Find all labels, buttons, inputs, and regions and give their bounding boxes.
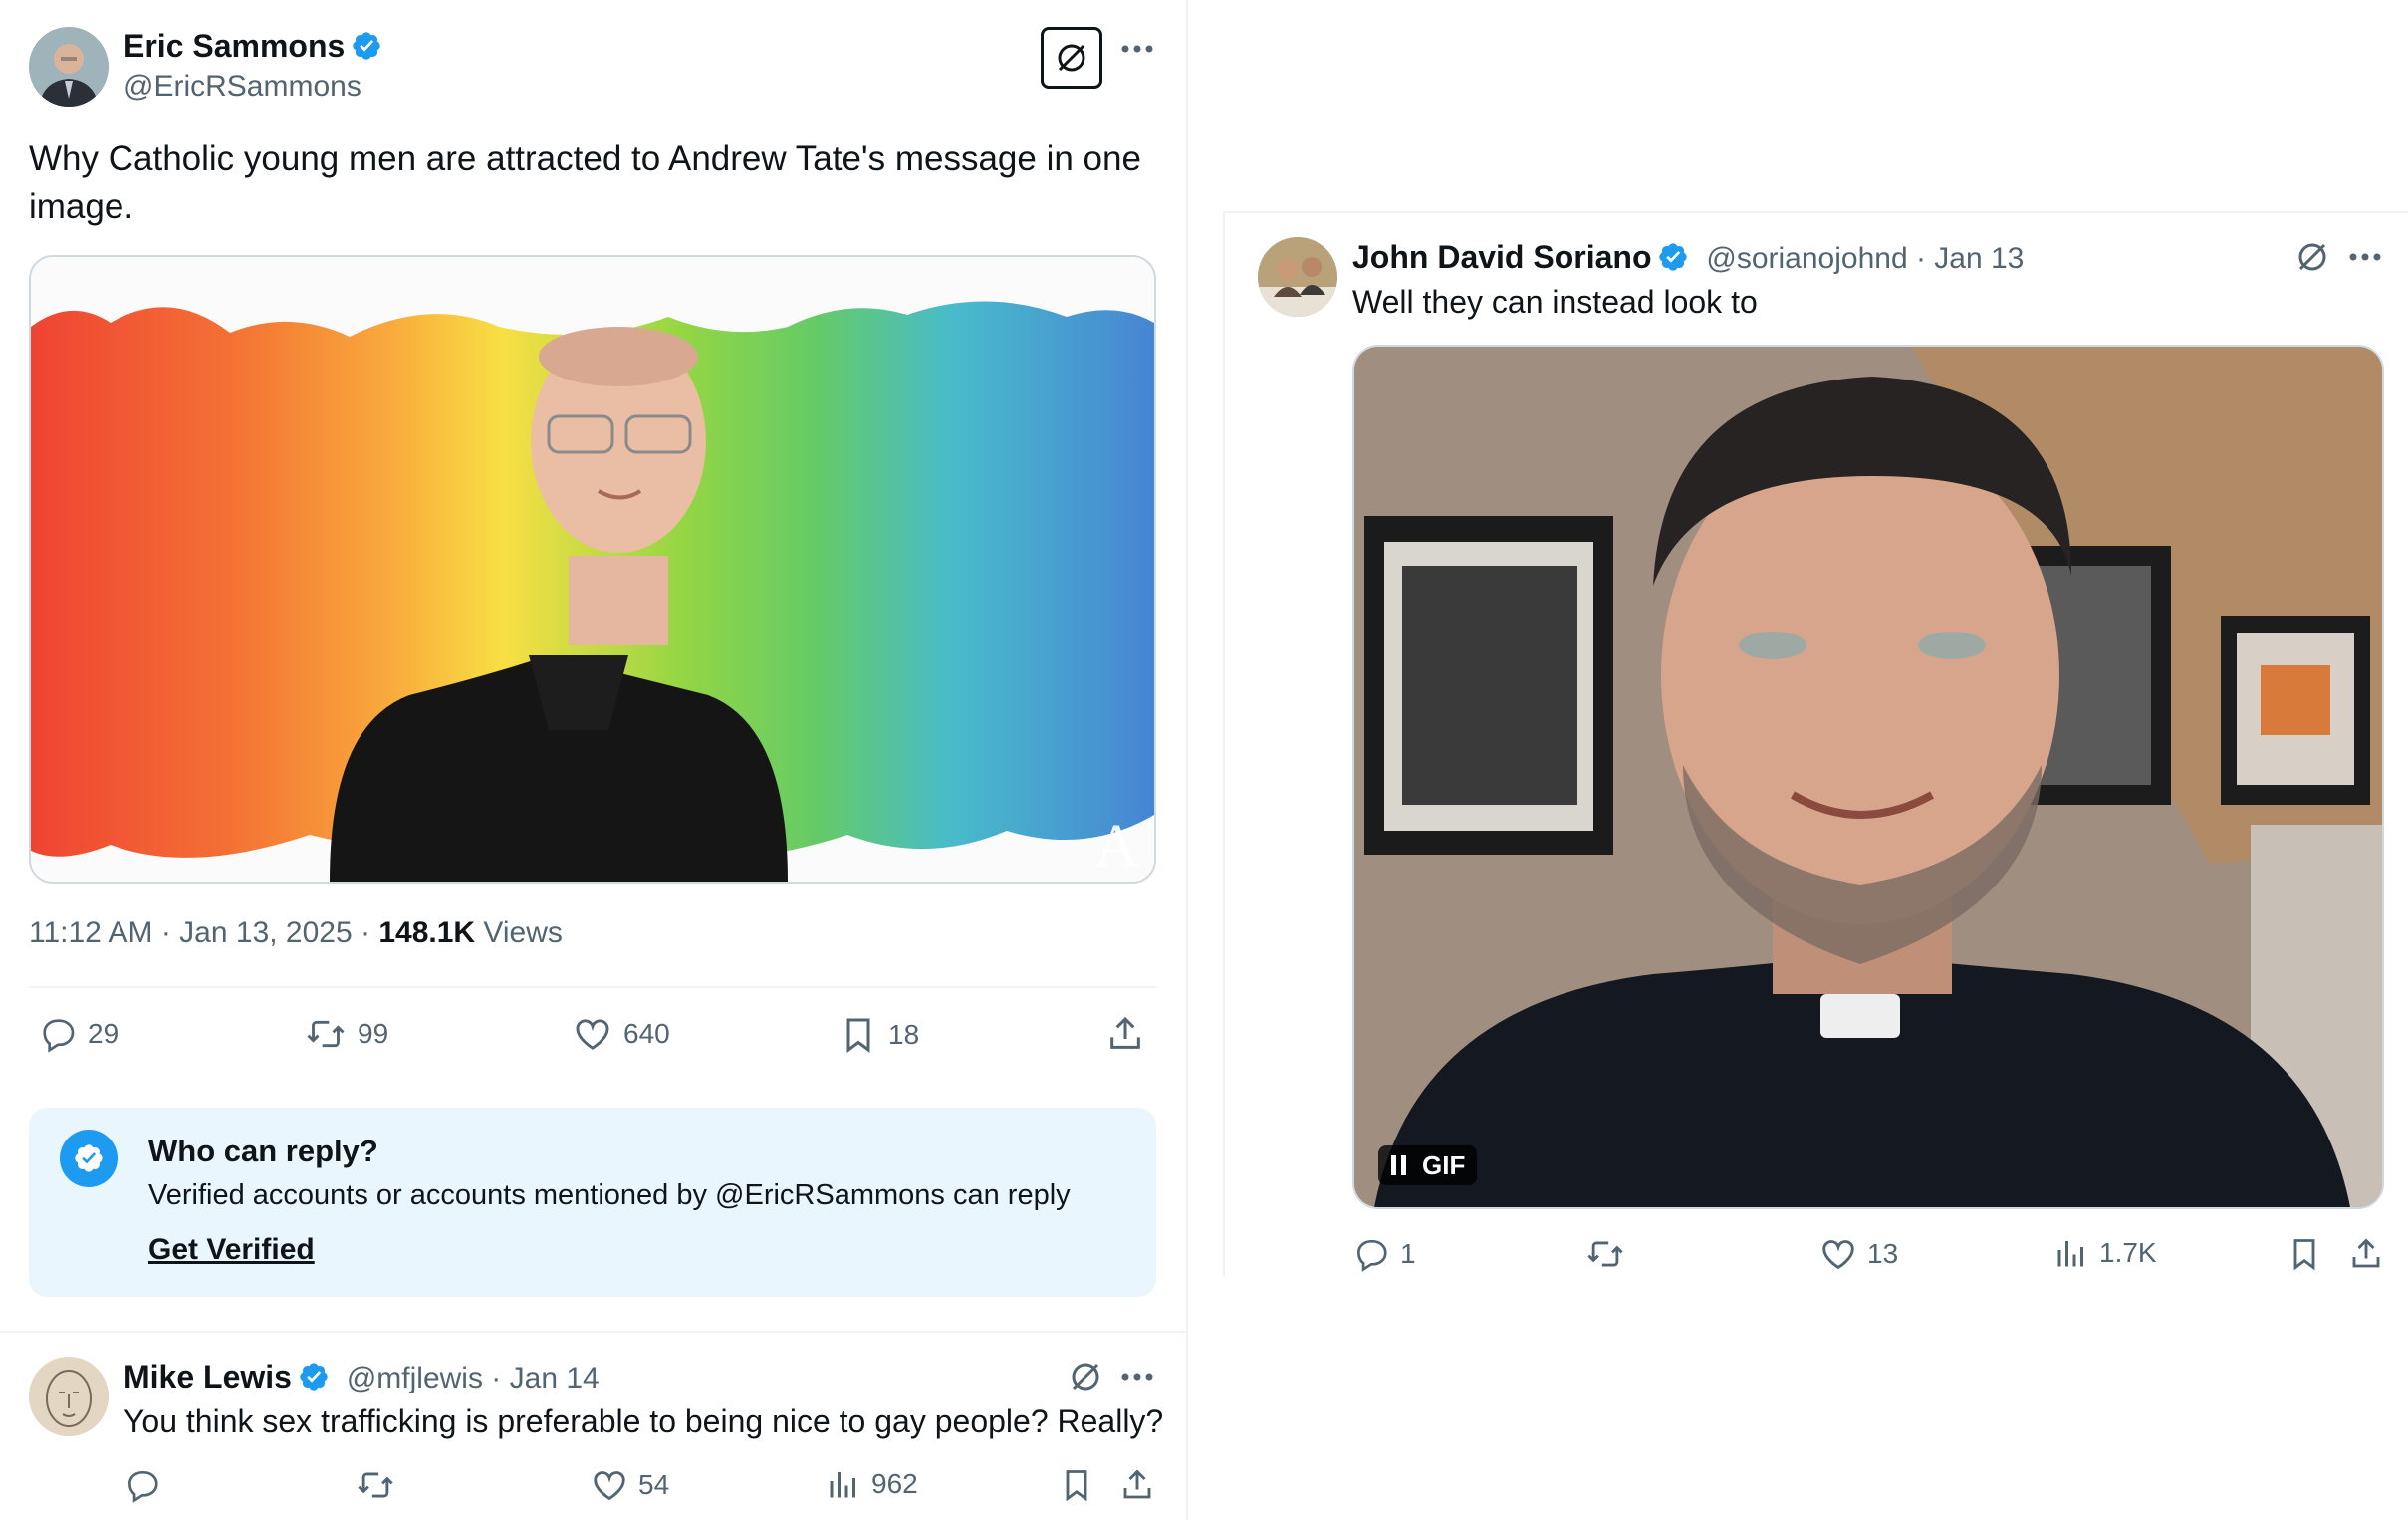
share-icon <box>1110 1016 1140 1049</box>
reply-button[interactable] <box>123 1466 171 1504</box>
bookmark-icon <box>846 1018 870 1053</box>
like-count: 13 <box>1867 1238 1899 1269</box>
reply-text: Well they can instead look to <box>1352 284 1758 320</box>
more-options-button[interactable] <box>1120 44 1154 54</box>
like-count: 54 <box>638 1469 670 1500</box>
reply-button[interactable]: 29 <box>38 1014 119 1054</box>
divider <box>1225 211 2408 213</box>
like-button[interactable]: 54 <box>591 1466 669 1504</box>
pause-icon[interactable] <box>1390 1154 1408 1176</box>
reply-author-name[interactable]: John David Soriano <box>1352 239 1651 275</box>
views-button[interactable]: 962 <box>826 1466 918 1502</box>
reply-count: 29 <box>88 1018 120 1049</box>
author-name[interactable]: Eric Sammons <box>123 28 345 64</box>
bookmark-button[interactable] <box>2287 1235 2322 1273</box>
heart-icon <box>576 1019 609 1050</box>
repost-count: 99 <box>358 1018 389 1049</box>
reply-icon <box>1356 1239 1387 1272</box>
more-options-button[interactable] <box>2348 252 2382 262</box>
author-handle[interactable]: @EricRSammons <box>123 70 361 104</box>
who-can-reply-description: Verified accounts or accounts mentioned … <box>148 1179 1071 1211</box>
views-count: 1.7K <box>2099 1237 2157 1268</box>
repost-button[interactable] <box>1584 1235 1636 1273</box>
divider <box>0 1331 1186 1333</box>
bookmark-button[interactable] <box>1059 1466 1094 1504</box>
share-button[interactable] <box>2348 1235 2384 1273</box>
verified-badge-icon <box>298 1361 330 1393</box>
reply-handle-date[interactable]: @sorianojohnd · Jan 13 <box>1706 242 2024 275</box>
views-count: 148.1K <box>378 916 476 949</box>
repost-icon <box>307 1020 345 1048</box>
repost-button[interactable] <box>355 1466 406 1504</box>
eric-name-row[interactable]: Eric Sammons <box>123 28 382 65</box>
tweet-timestamp[interactable]: 11:12 AM · Jan 13, 2025 · <box>29 916 378 949</box>
gif-media[interactable]: GIF <box>1352 345 2384 1209</box>
verified-badge-icon <box>1657 241 1689 273</box>
mike-avatar[interactable] <box>29 1357 109 1436</box>
analytics-icon <box>830 1472 855 1498</box>
grok-button[interactable] <box>1041 27 1102 89</box>
tweet-text: Why Catholic young men are attracted to … <box>29 139 1141 226</box>
bookmark-count: 18 <box>888 1019 920 1050</box>
bookmark-button[interactable]: 18 <box>839 1014 919 1056</box>
share-button[interactable] <box>1119 1466 1155 1504</box>
more-options-button[interactable] <box>1120 1372 1154 1382</box>
grok-icon <box>1058 44 1085 72</box>
share-icon <box>2352 1238 2380 1268</box>
more-dots-icon <box>1121 1373 1153 1381</box>
mike-name-row[interactable]: Mike Lewis @mfjlewis · Jan 14 <box>123 1359 600 1395</box>
gif-label: GIF <box>1422 1149 1466 1180</box>
divider <box>1223 211 1225 1277</box>
views-label: Views <box>475 916 563 949</box>
eric-avatar[interactable] <box>29 27 109 107</box>
divider <box>29 986 1156 988</box>
repost-icon <box>358 1472 393 1498</box>
tweet-meta: 11:12 AM · Jan 13, 2025 · 148.1K Views <box>29 916 563 950</box>
gif-badge[interactable]: GIF <box>1378 1145 1478 1185</box>
grok-button[interactable] <box>2294 239 2330 275</box>
analytics-icon <box>2057 1241 2083 1267</box>
john-name-row[interactable]: John David Soriano @sorianojohnd · Jan 1… <box>1352 239 2024 276</box>
like-button[interactable]: 13 <box>1819 1235 1898 1273</box>
verified-badge-icon <box>351 30 382 62</box>
who-can-reply-box: Who can reply? Verified accounts or acco… <box>29 1108 1156 1297</box>
repost-button[interactable]: 99 <box>304 1014 388 1054</box>
reply-handle-date[interactable]: @mfjlewis · Jan 14 <box>347 1362 600 1394</box>
views-button[interactable]: 1.7K <box>2053 1235 2157 1271</box>
views-count: 962 <box>871 1468 918 1499</box>
verified-circle-icon <box>60 1130 118 1187</box>
john-avatar[interactable] <box>1258 237 1337 317</box>
tweet-image[interactable]: A <box>29 255 1156 884</box>
more-dots-icon <box>1121 45 1153 53</box>
like-button[interactable]: 640 <box>572 1014 670 1054</box>
reply-icon <box>127 1470 158 1503</box>
main-tweet-column: Eric Sammons @EricRSammons Why Catholic … <box>0 0 1188 1520</box>
heart-icon <box>1822 1240 1854 1270</box>
share-icon <box>1123 1469 1151 1499</box>
who-can-reply-title: Who can reply? <box>148 1134 378 1168</box>
bookmark-icon <box>1066 1470 1087 1502</box>
like-count: 640 <box>623 1018 670 1049</box>
reply-author-name[interactable]: Mike Lewis <box>123 1359 292 1394</box>
reply-icon <box>43 1019 75 1053</box>
grok-icon <box>1072 1363 1099 1391</box>
reply-text: You think sex trafficking is preferable … <box>123 1403 1164 1439</box>
heart-icon <box>594 1471 625 1501</box>
share-button[interactable] <box>1105 1014 1145 1054</box>
get-verified-link[interactable]: Get Verified <box>148 1233 315 1267</box>
reply-button[interactable]: 1 <box>1352 1235 1416 1273</box>
bookmark-icon <box>2293 1239 2315 1271</box>
repost-icon <box>1587 1241 1623 1267</box>
grok-button[interactable] <box>1068 1359 1103 1394</box>
grok-icon <box>2298 243 2326 271</box>
more-dots-icon <box>2349 253 2381 261</box>
image-watermark: A <box>1094 813 1139 881</box>
reply-count: 1 <box>1400 1238 1416 1269</box>
